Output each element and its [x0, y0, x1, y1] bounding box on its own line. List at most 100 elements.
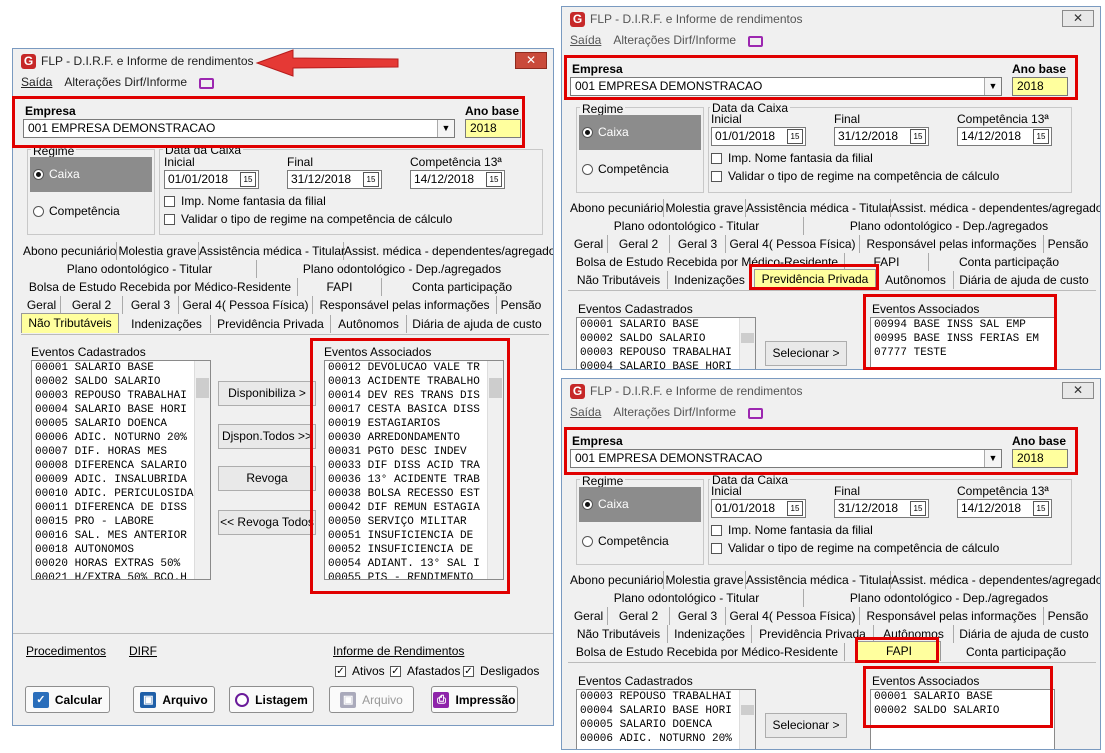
calendar-icon[interactable]: 15: [787, 129, 803, 144]
inicial-date-field[interactable]: 01/01/2018 15: [164, 170, 259, 189]
list-item[interactable]: 00003 REPOUSO TRABALHAI: [32, 389, 210, 403]
tab-molestia[interactable]: Molestia grave: [117, 242, 199, 260]
list-item[interactable]: 00021 H/EXTRA 50% BCO.H: [32, 571, 210, 579]
check-validar[interactable]: Validar o tipo de regime na competência …: [711, 541, 999, 555]
radio-caixa[interactable]: Caixa: [582, 497, 629, 511]
tab-nao-tributaveis[interactable]: Não Tributáveis: [570, 625, 668, 643]
calendar-icon[interactable]: 15: [1033, 501, 1049, 516]
radio-caixa[interactable]: Caixa: [33, 167, 80, 181]
tab-nao-tributaveis[interactable]: Não Tributáveis: [570, 271, 668, 289]
list-item[interactable]: 00009 ADIC. INSALUBRIDA: [32, 473, 210, 487]
tab-geral[interactable]: Geral: [570, 607, 608, 625]
eventos-cadastrados-list[interactable]: 00001 SALARIO BASE 00002 SALDO SALARIO 000…: [31, 360, 211, 580]
calcular-button[interactable]: ✓ Calcular: [25, 686, 110, 713]
tab-responsavel[interactable]: Responsável pelas informações: [860, 607, 1044, 625]
calendar-icon[interactable]: 15: [240, 172, 256, 187]
tab-bolsa[interactable]: Bolsa de Estudo Recebida por Médico-Resi…: [23, 278, 298, 296]
check-fantasia[interactable]: Imp. Nome fantasia da filial: [164, 194, 326, 208]
tab-previdencia[interactable]: Previdência Privada: [211, 315, 331, 333]
tab-geral3[interactable]: Geral 3: [670, 607, 726, 625]
check-afastados[interactable]: ✓ Afastados: [390, 664, 460, 678]
tab-responsavel[interactable]: Responsável pelas informações: [860, 235, 1044, 253]
list-item[interactable]: 00007 DIF. HORAS MES: [32, 445, 210, 459]
list-item[interactable]: 00020 HORAS EXTRAS 50%: [32, 557, 210, 571]
tab-diaria[interactable]: Diária de ajuda de custo: [954, 625, 1094, 643]
list-item[interactable]: 00005 SALARIO DOENCA: [577, 718, 755, 732]
tab-abono[interactable]: Abono pecuniário: [570, 199, 664, 217]
tab-geral2[interactable]: Geral 2: [608, 235, 670, 253]
listagem-button[interactable]: Listagem: [229, 686, 314, 713]
tab-plano-titular[interactable]: Plano odontológico - Titular: [23, 260, 257, 278]
tab-nao-tributaveis[interactable]: Não Tributáveis: [21, 313, 119, 333]
tab-molestia[interactable]: Molestia grave: [664, 199, 746, 217]
list-item[interactable]: 00006 ADIC. NOTURNO 20%: [32, 431, 210, 445]
list-item[interactable]: 00004 SALARIO BASE HORI: [32, 403, 210, 417]
tab-plano-titular[interactable]: Plano odontológico - Titular: [570, 217, 804, 235]
calendar-icon[interactable]: 15: [910, 501, 926, 516]
list-item[interactable]: 00008 DIFERENCA SALARIO: [32, 459, 210, 473]
comp13-date-field[interactable]: 14/12/2018 15: [410, 170, 505, 189]
menu-saida[interactable]: Saída: [21, 75, 52, 89]
menu-alteracoes[interactable]: Alterações Dirf/Informe: [64, 75, 187, 89]
tab-geral3[interactable]: Geral 3: [123, 296, 179, 314]
tab-abono[interactable]: Abono pecuniário: [23, 242, 117, 260]
inicial-date-field[interactable]: 01/01/2018 15: [711, 127, 806, 146]
inicial-date-field[interactable]: 01/01/2018 15: [711, 499, 806, 518]
calendar-icon[interactable]: 15: [486, 172, 502, 187]
check-fantasia[interactable]: Imp. Nome fantasia da filial: [711, 151, 873, 165]
monitor-icon[interactable]: [748, 35, 764, 47]
arquivo-disabled-button[interactable]: ▣ Arquivo: [329, 686, 414, 713]
close-button[interactable]: ✕: [515, 52, 547, 69]
calendar-icon[interactable]: 15: [1033, 129, 1049, 144]
tab-molestia[interactable]: Molestia grave: [664, 571, 746, 589]
radio-caixa[interactable]: Caixa: [582, 125, 629, 139]
tab-plano-dep[interactable]: Plano odontológico - Dep./agregados: [804, 217, 1094, 235]
tab-assist-titular[interactable]: Assistência médica - Titular: [199, 242, 345, 260]
radio-competencia[interactable]: Competência: [582, 534, 669, 548]
monitor-icon[interactable]: [199, 77, 215, 89]
check-ativos[interactable]: ✓ Ativos: [335, 664, 385, 678]
list-item[interactable]: 00002 SALDO SALARIO: [577, 332, 755, 346]
check-validar[interactable]: Validar o tipo de regime na competência …: [164, 212, 452, 226]
menu-saida[interactable]: Saída: [570, 33, 601, 47]
close-button[interactable]: ✕: [1062, 10, 1094, 27]
calendar-icon[interactable]: 15: [363, 172, 379, 187]
list-item[interactable]: 00002 SALDO SALARIO: [32, 375, 210, 389]
tab-assist-dep[interactable]: Assist. médica - dependentes/agregados: [891, 571, 1100, 589]
tab-pensao[interactable]: Pensão: [1044, 235, 1092, 253]
monitor-icon[interactable]: [748, 407, 764, 419]
list-item[interactable]: 00001 SALARIO BASE: [577, 318, 755, 332]
menu-alteracoes[interactable]: Alterações Dirf/Informe: [613, 33, 736, 47]
list-item[interactable]: 00018 AUTONOMOS: [32, 543, 210, 557]
menu-saida[interactable]: Saída: [570, 405, 601, 419]
final-date-field[interactable]: 31/12/2018 15: [834, 127, 929, 146]
tab-geral[interactable]: Geral: [23, 296, 61, 314]
tab-indenizacoes[interactable]: Indenizações: [668, 625, 752, 643]
list-item[interactable]: 00004 SALARIO BASE HORI: [577, 704, 755, 718]
comp13-date-field[interactable]: 14/12/2018 15: [957, 499, 1052, 518]
eventos-cadastrados-list[interactable]: 00001 SALARIO BASE 00002 SALDO SALARIO 000…: [576, 317, 756, 369]
tab-geral4[interactable]: Geral 4( Pessoa Física): [726, 607, 860, 625]
list-item[interactable]: 00010 ADIC. PERICULOSIDA: [32, 487, 210, 501]
impressao-button[interactable]: ⎙ Impressão: [431, 686, 518, 713]
tab-autonomos[interactable]: Autônomos: [331, 315, 407, 333]
comp13-date-field[interactable]: 14/12/2018 15: [957, 127, 1052, 146]
tab-indenizacoes[interactable]: Indenizações: [123, 315, 211, 333]
list-item[interactable]: 00006 ADIC. NOTURNO 20%: [577, 732, 755, 746]
revoga-button[interactable]: Revoga: [218, 466, 316, 491]
dispon-todos-button[interactable]: Djspon.Todos >>: [218, 424, 316, 449]
tab-responsavel[interactable]: Responsável pelas informações: [313, 296, 497, 314]
tab-bolsa[interactable]: Bolsa de Estudo Recebida por Médico-Resi…: [570, 643, 845, 661]
selecionar-button[interactable]: Selecionar >: [765, 713, 847, 738]
tab-assist-titular[interactable]: Assistência médica - Titular: [746, 199, 892, 217]
final-date-field[interactable]: 31/12/2018 15: [834, 499, 929, 518]
menu-alteracoes[interactable]: Alterações Dirf/Informe: [613, 405, 736, 419]
tab-assist-titular[interactable]: Assistência médica - Titular: [746, 571, 892, 589]
tab-assist-dep[interactable]: Assist. médica - dependentes/agregados: [891, 199, 1100, 217]
radio-competencia[interactable]: Competência: [582, 162, 669, 176]
final-date-field[interactable]: 31/12/2018 15: [287, 170, 382, 189]
tab-diaria[interactable]: Diária de ajuda de custo: [954, 271, 1094, 289]
selecionar-button[interactable]: Selecionar >: [765, 341, 847, 366]
tab-geral2[interactable]: Geral 2: [608, 607, 670, 625]
list-item[interactable]: 00003 REPOUSO TRABALHAI: [577, 346, 755, 360]
